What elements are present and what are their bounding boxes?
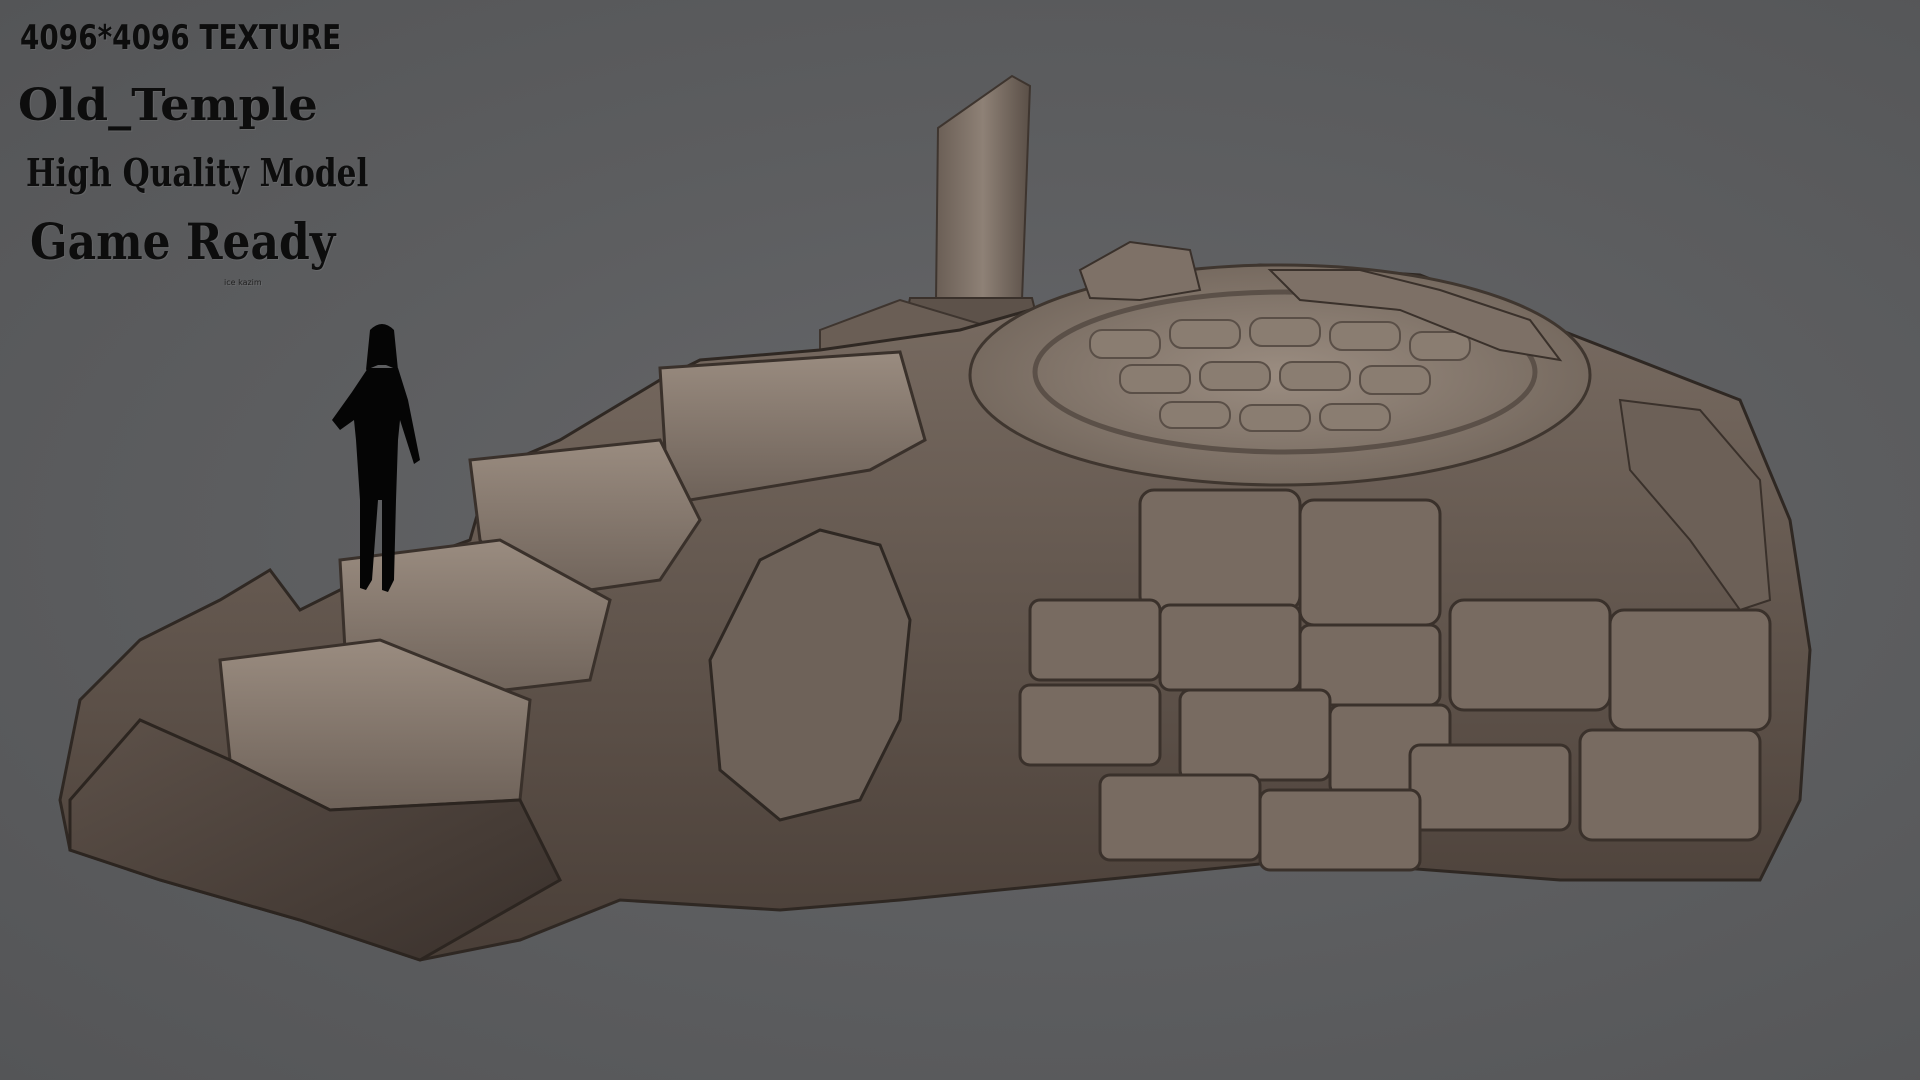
texture-size-label: 4096*4096 TEXTURE [20, 18, 342, 58]
render-viewport: 4096*4096 TEXTURE Old_Temple High Qualit… [0, 0, 1920, 1080]
quality-label: High Quality Model [26, 150, 369, 195]
game-ready-label: Game Ready [30, 212, 336, 271]
author-credit: ice kazim [224, 278, 262, 287]
model-title: Old_Temple [18, 80, 318, 131]
